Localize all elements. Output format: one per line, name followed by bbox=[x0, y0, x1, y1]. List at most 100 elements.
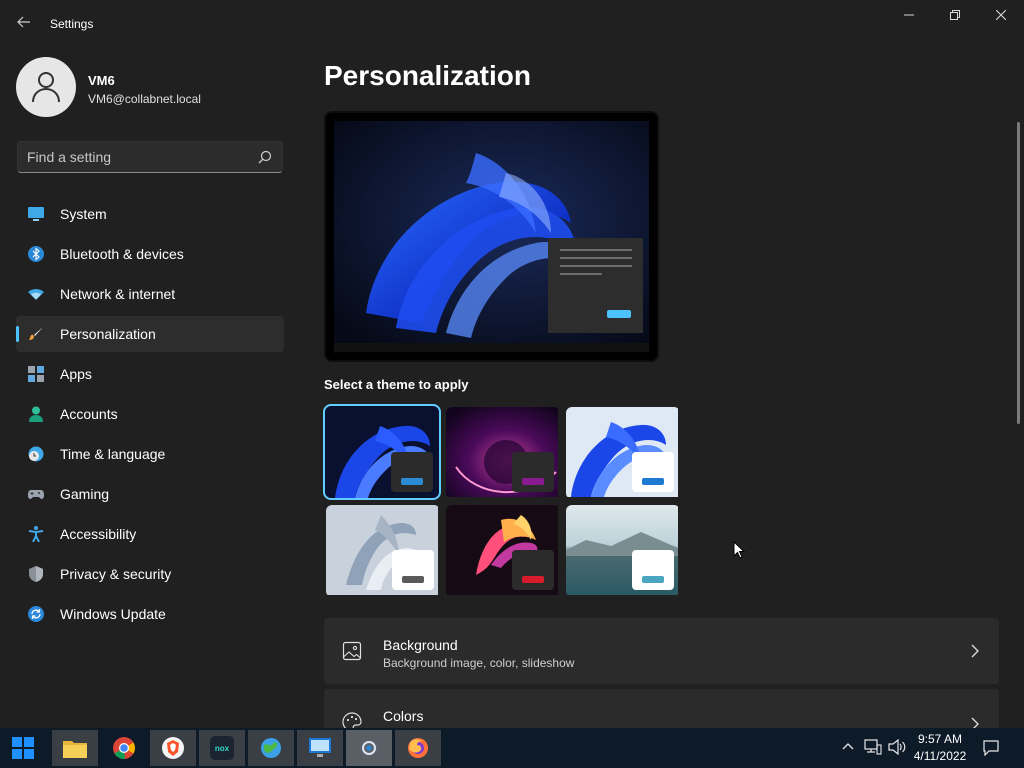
clock-time: 9:57 AM bbox=[917, 732, 963, 746]
minimize-icon bbox=[904, 14, 914, 16]
chevron-up-icon[interactable] bbox=[842, 742, 854, 750]
theme-window-preview bbox=[632, 452, 674, 492]
person-icon bbox=[32, 72, 60, 103]
notification-icon[interactable] bbox=[983, 740, 999, 756]
sidebar-item-accessibility[interactable]: Accessibility bbox=[16, 516, 284, 552]
start-button[interactable] bbox=[0, 730, 46, 766]
sidebar-item-label: Apps bbox=[60, 366, 92, 382]
chevron-right-icon bbox=[971, 644, 979, 658]
volume-icon[interactable] bbox=[888, 739, 906, 755]
theme-glow[interactable] bbox=[446, 407, 560, 499]
network-icon[interactable] bbox=[864, 739, 882, 755]
settings-icon bbox=[360, 739, 378, 757]
sidebar-item-privacy[interactable]: Privacy & security bbox=[16, 556, 284, 592]
sidebar-item-label: Time & language bbox=[60, 446, 166, 462]
sidebar-item-personalization[interactable]: Personalization bbox=[16, 316, 284, 352]
gamepad-icon bbox=[28, 490, 44, 499]
file-explorer-icon bbox=[63, 741, 87, 758]
page-title: Personalization bbox=[324, 60, 531, 91]
sidebar-item-bluetooth[interactable]: Bluetooth & devices bbox=[16, 236, 284, 272]
chrome-icon bbox=[113, 737, 135, 759]
palette-icon bbox=[342, 712, 362, 728]
title-bar: Settings bbox=[0, 0, 1024, 48]
theme-preview bbox=[324, 111, 659, 362]
monitor-icon bbox=[28, 207, 44, 221]
remote-desktop-icon bbox=[309, 738, 331, 757]
taskbar-nox[interactable]: nox bbox=[199, 730, 245, 766]
taskbar-file-explorer[interactable] bbox=[52, 730, 98, 766]
sidebar-item-label: System bbox=[60, 206, 107, 222]
theme-flow[interactable] bbox=[446, 505, 560, 597]
sidebar-item-label: Bluetooth & devices bbox=[60, 246, 184, 262]
back-button[interactable] bbox=[12, 14, 36, 34]
taskbar-maps[interactable] bbox=[248, 730, 294, 766]
svg-text:nox: nox bbox=[215, 744, 230, 753]
taskbar: nox 9:57 AM 4/11/2022 bbox=[0, 728, 1024, 768]
globe-clock-icon bbox=[28, 446, 44, 462]
close-icon bbox=[995, 9, 1007, 21]
search-input[interactable] bbox=[18, 142, 248, 172]
picture-icon bbox=[342, 641, 362, 661]
theme-window-preview bbox=[391, 452, 433, 492]
start-icon bbox=[12, 737, 34, 759]
search-box[interactable] bbox=[17, 141, 283, 173]
app-title: Settings bbox=[50, 17, 94, 31]
back-arrow-icon bbox=[17, 16, 30, 28]
sidebar-item-label: Accounts bbox=[60, 406, 118, 422]
theme-captured-motion[interactable] bbox=[326, 505, 440, 597]
theme-windows-light[interactable] bbox=[566, 407, 680, 499]
restore-icon bbox=[950, 10, 960, 20]
taskbar-settings[interactable] bbox=[346, 730, 392, 766]
sidebar-item-label: Windows Update bbox=[60, 606, 166, 622]
card-title: Colors bbox=[383, 708, 424, 724]
taskbar-remote-desktop[interactable] bbox=[297, 730, 343, 766]
close-button[interactable] bbox=[978, 4, 1024, 28]
taskbar-chrome[interactable] bbox=[101, 730, 147, 766]
chevron-right-icon bbox=[971, 717, 979, 728]
sidebar-item-gaming[interactable]: Gaming bbox=[16, 476, 284, 512]
person-icon bbox=[29, 406, 43, 422]
sidebar-item-label: Privacy & security bbox=[60, 566, 172, 582]
brave-icon bbox=[162, 737, 184, 759]
wifi-icon bbox=[28, 289, 44, 300]
sidebar-item-system[interactable]: System bbox=[16, 196, 284, 232]
shield-icon bbox=[29, 566, 43, 582]
restore-button[interactable] bbox=[932, 4, 978, 28]
sidebar-item-label: Accessibility bbox=[60, 526, 137, 542]
sidebar-item-network[interactable]: Network & internet bbox=[16, 276, 284, 312]
sidebar-item-label: Network & internet bbox=[60, 286, 176, 302]
taskbar-clock[interactable]: 9:57 AM 4/11/2022 bbox=[906, 731, 974, 765]
nox-icon: nox bbox=[210, 736, 234, 760]
theme-window-preview bbox=[632, 550, 674, 590]
sidebar-nav: System Bluetooth & devices Network & int… bbox=[16, 196, 284, 636]
card-subtitle: Background image, color, slideshow bbox=[383, 656, 575, 670]
taskbar-brave[interactable] bbox=[150, 730, 196, 766]
theme-windows-dark[interactable] bbox=[323, 404, 441, 500]
sidebar-item-windows-update[interactable]: Windows Update bbox=[16, 596, 284, 632]
mouse-cursor-icon bbox=[733, 541, 745, 559]
theme-sunrise[interactable] bbox=[566, 505, 680, 597]
paintbrush-icon bbox=[29, 327, 43, 340]
clock-date: 4/11/2022 bbox=[913, 749, 967, 763]
minimize-button[interactable] bbox=[886, 4, 932, 28]
sidebar-item-time-language[interactable]: Time & language bbox=[16, 436, 284, 472]
apps-icon bbox=[28, 366, 44, 382]
theme-window-preview bbox=[512, 452, 554, 492]
sidebar-item-accounts[interactable]: Accounts bbox=[16, 396, 284, 432]
search-icon[interactable] bbox=[258, 150, 272, 164]
avatar[interactable] bbox=[16, 57, 76, 117]
maps-icon bbox=[261, 738, 281, 758]
sync-icon bbox=[28, 606, 44, 622]
bluetooth-icon bbox=[28, 246, 44, 262]
colors-setting-card[interactable]: Colors bbox=[324, 689, 999, 728]
card-title: Background bbox=[383, 637, 458, 653]
taskbar-firefox[interactable] bbox=[395, 730, 441, 766]
scrollbar-thumb[interactable] bbox=[1017, 122, 1020, 424]
accessibility-icon bbox=[28, 526, 44, 542]
sidebar-item-apps[interactable]: Apps bbox=[16, 356, 284, 392]
sidebar-item-label: Personalization bbox=[60, 326, 156, 342]
theme-window-preview bbox=[392, 550, 434, 590]
background-setting-card[interactable]: Background Background image, color, slid… bbox=[324, 618, 999, 684]
theme-window-preview bbox=[512, 550, 554, 590]
sidebar-item-label: Gaming bbox=[60, 486, 110, 502]
